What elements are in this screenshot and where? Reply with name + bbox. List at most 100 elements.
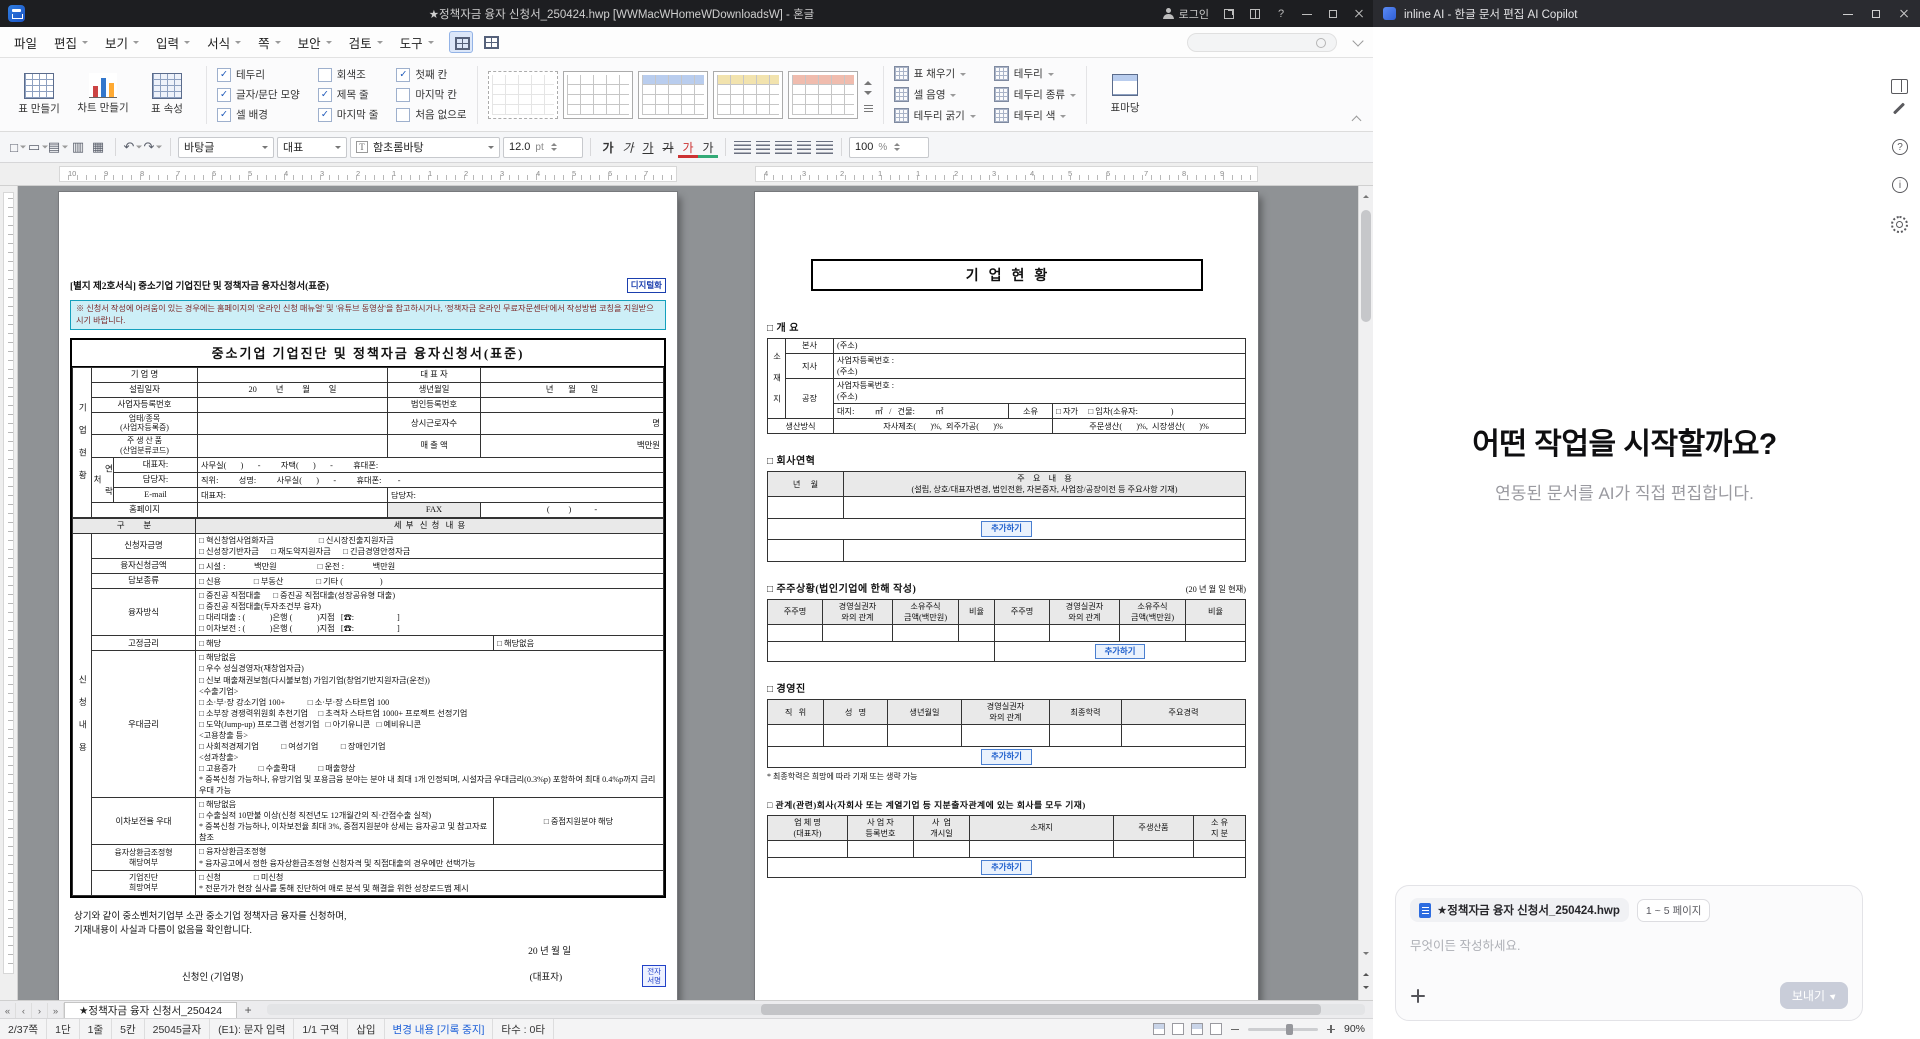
quick-search-input[interactable] — [1187, 33, 1337, 52]
border-tool-button[interactable]: 테두리 색 — [994, 108, 1076, 123]
login-button[interactable]: 로그인 — [1163, 6, 1209, 22]
menu-item[interactable]: 입력 — [148, 29, 199, 56]
zoom-slider-knob[interactable] — [1286, 1024, 1293, 1035]
info-circle-icon[interactable]: i — [1892, 177, 1908, 193]
paragraph-style-select[interactable]: 바탕글 — [178, 137, 274, 158]
gear-icon[interactable] — [1890, 215, 1908, 233]
char-style-button[interactable]: 가 — [638, 136, 658, 158]
border-tool-button[interactable]: 표 채우기 — [894, 66, 976, 81]
ai-close-button[interactable] — [1898, 8, 1910, 20]
menu-item[interactable]: 도구 — [392, 29, 443, 56]
vertical-scrollbar[interactable] — [1358, 186, 1373, 1000]
char-style-button[interactable]: 가 — [698, 136, 718, 158]
table-gallery-button[interactable]: 표마당 — [1097, 74, 1153, 115]
document-area[interactable]: [별지 제2호서식] 중소기업 기업진단 및 정책자금 융자신청서(표준) 디지… — [0, 186, 1373, 1000]
line-spacing-select[interactable]: 100% — [849, 137, 929, 158]
horizontal-ruler[interactable]: 109876543211234567 4321123456789 — [0, 163, 1373, 186]
view-mode-icon-3[interactable] — [1191, 1023, 1203, 1035]
file-tool-icon[interactable]: ▦ — [88, 136, 108, 158]
style-option-checkbox[interactable]: 글자/문단 모양 — [217, 87, 300, 102]
font-select[interactable]: T함초롬바탕 — [350, 137, 500, 158]
menu-item[interactable]: 편집 — [46, 29, 97, 56]
layout-icon[interactable] — [1249, 8, 1261, 20]
horizontal-scroll-thumb[interactable] — [761, 1004, 1321, 1015]
vertical-ruler[interactable] — [0, 186, 18, 1000]
undo-redo-icon[interactable]: ↷ — [143, 136, 163, 158]
next-page-icon[interactable] — [1363, 986, 1369, 992]
menu-item[interactable]: 보기 — [97, 29, 148, 56]
add-attachment-button[interactable] — [1410, 988, 1426, 1004]
gallery-down-icon[interactable] — [864, 91, 872, 99]
border-tool-button[interactable]: 테두리 — [994, 66, 1076, 81]
minimize-button[interactable] — [1301, 8, 1313, 20]
view-mode-icon-1[interactable] — [1153, 1023, 1165, 1035]
cell-context-tab[interactable] — [479, 31, 503, 53]
style-option-checkbox[interactable]: 회색조 — [318, 67, 379, 82]
table-style-thumbnail[interactable] — [638, 71, 708, 119]
panel-toggle-icon[interactable] — [1890, 77, 1908, 95]
menu-item[interactable]: 보안 — [290, 29, 341, 56]
table-context-tab[interactable] — [449, 31, 473, 53]
fullscreen-icon[interactable] — [1223, 8, 1235, 20]
chat-input-card[interactable]: ★정책자금 융자 신청서_250424.hwp 1 ~ 5 페이지 무엇이든 작… — [1395, 885, 1863, 1021]
style-option-checkbox[interactable]: 첫째 칸 — [396, 67, 466, 82]
style-option-checkbox[interactable]: 마지막 줄 — [318, 107, 379, 122]
align-distribute-icon[interactable] — [816, 141, 833, 154]
ribbon-button[interactable]: 표 만들기 — [10, 73, 68, 115]
char-style-button[interactable]: 가 — [618, 136, 638, 158]
char-style-button[interactable]: 가 — [678, 136, 698, 158]
table-style-thumbnail[interactable] — [488, 71, 558, 119]
align-right-icon[interactable] — [797, 141, 811, 154]
menu-item[interactable]: 서식 — [199, 29, 250, 56]
style-option-checkbox[interactable]: 셀 배경 — [217, 107, 300, 122]
new-tab-button[interactable]: + — [237, 1001, 259, 1018]
border-tool-button[interactable]: 테두리 종류 — [994, 87, 1076, 102]
align-justify-icon[interactable] — [734, 141, 751, 154]
vertical-scroll-thumb[interactable] — [1361, 210, 1371, 322]
font-size-select[interactable]: 12.0pt — [503, 137, 583, 158]
horizontal-scrollbar[interactable] — [267, 1004, 1365, 1015]
chat-placeholder[interactable]: 무엇이든 작성하세요. — [1410, 935, 1848, 954]
border-tool-button[interactable]: 셀 음영 — [894, 87, 976, 102]
pencil-icon[interactable] — [1890, 99, 1908, 117]
style-set-select[interactable]: 대표 — [277, 137, 347, 158]
table-style-thumbnail[interactable] — [788, 71, 858, 119]
table-style-thumbnail[interactable] — [563, 71, 633, 119]
style-option-checkbox[interactable]: 제목 줄 — [318, 87, 379, 102]
help-icon[interactable]: ? — [1275, 8, 1287, 20]
ribbon-button[interactable]: 차트 만들기 — [74, 73, 132, 115]
page-2-company-status[interactable]: 기업현황 □ 개 요 소 재 지본사(주소)지사사업자등록번호 : (주소)공장… — [755, 192, 1258, 1000]
add-row-button[interactable]: 추가하기 — [1095, 644, 1146, 659]
table-style-thumbnail[interactable] — [713, 71, 783, 119]
document-tab[interactable]: ★정책자금 융자 신청서_250424 — [64, 1002, 237, 1018]
zoom-slider[interactable] — [1248, 1028, 1318, 1031]
char-style-button[interactable]: 가 — [598, 136, 618, 158]
send-button[interactable]: 보내기 — [1780, 982, 1848, 1009]
style-option-checkbox[interactable]: 마지막 칸 — [396, 87, 466, 102]
scroll-down-icon[interactable] — [1363, 952, 1369, 958]
file-tool-icon[interactable]: ▤ — [48, 136, 68, 158]
align-center-icon[interactable] — [775, 141, 792, 154]
file-tool-icon[interactable]: ▥ — [68, 136, 88, 158]
ribbon-collapse-icon[interactable] — [1351, 113, 1363, 125]
maximize-button[interactable] — [1327, 8, 1339, 20]
add-row-button[interactable]: 추가하기 — [981, 521, 1032, 536]
align-left-icon[interactable] — [756, 141, 770, 154]
file-tool-icon[interactable]: □ — [8, 136, 28, 158]
prev-page-icon[interactable] — [1363, 970, 1369, 976]
view-mode-icon-4[interactable] — [1210, 1023, 1222, 1035]
ai-maximize-button[interactable] — [1870, 8, 1882, 20]
undo-redo-icon[interactable]: ↶ — [123, 136, 143, 158]
gallery-more-icon[interactable] — [864, 105, 873, 112]
zoom-in-icon[interactable] — [1325, 1023, 1337, 1035]
ribbon-button[interactable]: 표 속성 — [138, 73, 196, 115]
menu-item[interactable]: 파일 — [6, 29, 46, 56]
help-circle-icon[interactable]: ? — [1892, 139, 1908, 155]
border-tool-button[interactable]: 테두리 굵기 — [894, 108, 976, 123]
size-stepper[interactable] — [551, 140, 557, 154]
file-tool-icon[interactable]: ▭ — [28, 136, 48, 158]
attached-file-chip[interactable]: ★정책자금 융자 신청서_250424.hwp — [1410, 898, 1629, 922]
collapse-ribbon-icon[interactable] — [1351, 35, 1365, 49]
add-row-button[interactable]: 추가하기 — [981, 860, 1032, 875]
scroll-up-icon[interactable] — [1363, 192, 1369, 198]
